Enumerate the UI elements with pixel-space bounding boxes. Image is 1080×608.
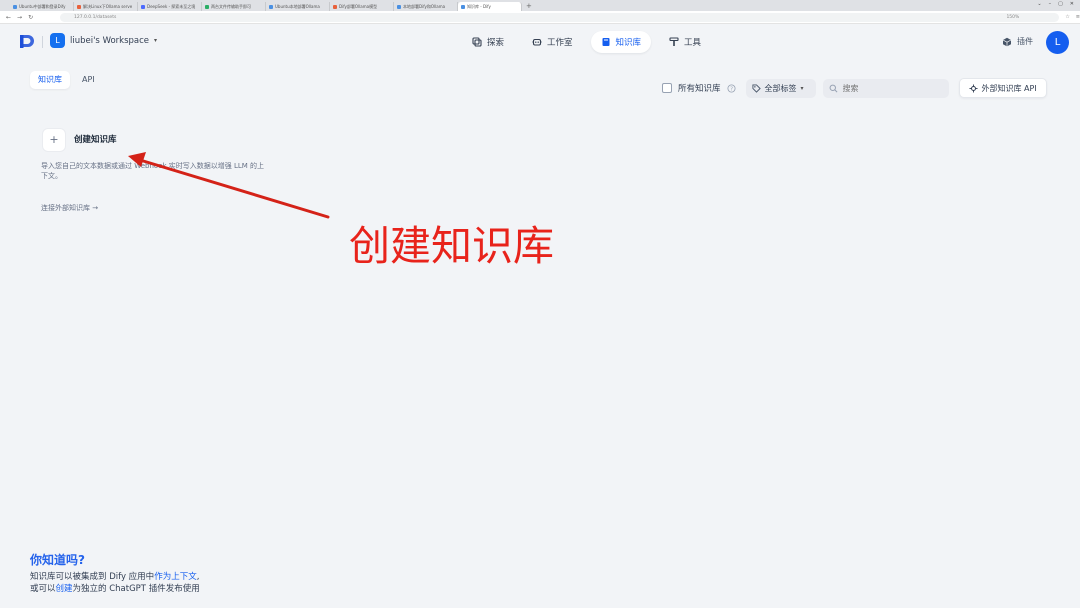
create-knowledge-title: 创建知识库 (74, 135, 117, 145)
browser-tab[interactable]: 解决Linux下Ollama serve (74, 2, 138, 11)
window-controls: ⌄ – ▢ ✕ (1037, 1, 1074, 7)
tag-icon (751, 83, 761, 93)
back-icon[interactable]: ← (6, 14, 11, 21)
external-knowledge-api-button[interactable]: 外部知识库 API (958, 78, 1047, 98)
favicon-icon (397, 4, 401, 9)
workspace-name: liubei's Workspace (70, 35, 150, 46)
connect-external-knowledge-link[interactable]: 连接外部知识库 → (41, 203, 98, 213)
dify-logo-icon[interactable] (20, 34, 34, 49)
header-divider (42, 36, 43, 48)
tip-line-2: 或可以创建为独立的 ChatGPT 插件发布使用 (30, 584, 200, 594)
app-header: L liubei's Workspace ▾ 探索 工作室 知识库 工具 插件 … (0, 24, 1080, 59)
menu-icon[interactable]: ≡ (1076, 14, 1080, 20)
workspace-avatar: L (50, 33, 65, 48)
chevron-down-icon: ▾ (800, 84, 804, 92)
nav-knowledge[interactable]: 知识库 (590, 31, 652, 53)
info-icon[interactable]: ? (727, 83, 736, 93)
all-knowledge-checkbox[interactable] (662, 83, 672, 93)
zoom-indicator[interactable]: 150% (1006, 13, 1059, 22)
user-avatar[interactable]: L (1046, 31, 1069, 54)
browser-tab[interactable]: Ubuntu本地部署Ollama (266, 2, 330, 11)
knowledge-subtabs: 知识库 API (30, 71, 103, 89)
search-box[interactable] (822, 78, 949, 98)
create-knowledge-card[interactable]: + 创建知识库 导入您自己的文本数据或通过 Webhook 实时写入数据以增强 … (30, 118, 272, 224)
browser-toolbar-icons: ☆ ≡ (1059, 14, 1080, 20)
nav-explore[interactable]: 探索 (462, 31, 514, 53)
explore-icon (472, 37, 482, 47)
browser-tab[interactable]: Dify部署Ollama模型 (330, 2, 394, 11)
studio-icon (532, 38, 542, 46)
new-tab-button[interactable]: + (522, 2, 536, 11)
browser-nav-buttons: ← → ↻ (0, 14, 60, 21)
chevron-down-icon: ▾ (154, 37, 158, 44)
favicon-icon (141, 4, 145, 9)
maximize-icon[interactable]: ▢ (1058, 1, 1063, 7)
annotation-text: 创建知识库 (349, 222, 554, 270)
cube-icon (1002, 37, 1012, 46)
tag-filter-select[interactable]: 全部标签 ▾ (745, 78, 816, 98)
create-knowledge-description: 导入您自己的文本数据或通过 Webhook 实时写入数据以增强 LLM 的上下文… (41, 162, 265, 180)
favicon-icon (77, 4, 81, 9)
tab-list-icon[interactable]: ⌄ (1037, 1, 1041, 7)
search-input[interactable] (842, 83, 938, 93)
browser-tab[interactable]: Ubuntu中部署和登录Dify (10, 2, 74, 11)
extensions-icon[interactable]: ☆ (1065, 14, 1069, 20)
workspace-selector[interactable]: L liubei's Workspace ▾ (50, 33, 157, 48)
as-context-link[interactable]: 作为上下文 (154, 572, 197, 582)
plugins-button[interactable]: 插件 (1002, 36, 1033, 47)
browser-address-bar: ← → ↻ 127.0.0.1/datasets 150% ☆ ≡ (0, 11, 1080, 24)
minimize-icon[interactable]: – (1049, 1, 1052, 7)
search-icon (829, 84, 837, 92)
browser-tab[interactable]: 本地部署Dify和Ollama (394, 2, 458, 11)
browser-tab-active[interactable]: 知识库 - Dify (458, 2, 522, 11)
close-icon[interactable]: ✕ (1070, 1, 1074, 7)
svg-text:?: ? (730, 86, 733, 92)
api-connection-icon (968, 83, 978, 93)
main-nav: 探索 工作室 知识库 工具 (462, 31, 711, 53)
filter-bar: 所有知识库 ? 全部标签 ▾ 外部知识库 API (662, 78, 1047, 98)
favicon-icon (461, 4, 465, 9)
url-text: 127.0.0.1/datasets (73, 14, 117, 20)
favicon-icon (269, 4, 273, 9)
nav-tools[interactable]: 工具 (659, 31, 711, 53)
url-input[interactable]: 127.0.0.1/datasets 150% (59, 12, 1060, 22)
forward-icon[interactable]: → (17, 14, 22, 21)
tip-title: 你知道吗? (30, 553, 85, 567)
tip-line-1: 知识库可以被集成到 Dify 应用中作为上下文, (30, 572, 200, 582)
favicon-icon (333, 4, 337, 9)
hammer-icon (669, 37, 679, 46)
browser-tab[interactable]: DeepSeek - 探索未至之境 (138, 2, 202, 11)
reload-icon[interactable]: ↻ (28, 14, 33, 21)
all-knowledge-label: 所有知识库 (678, 84, 721, 94)
tab-knowledge[interactable]: 知识库 (30, 71, 70, 89)
favicon-icon (13, 4, 17, 9)
create-plugin-link[interactable]: 创建 (56, 584, 73, 594)
browser-tab-bar: Ubuntu中部署和登录Dify 解决Linux下Ollama serve De… (0, 0, 1080, 11)
tab-api[interactable]: API (74, 71, 103, 89)
did-you-know-tip: 你知道吗? 知识库可以被集成到 Dify 应用中作为上下文, 或可以创建为独立的… (30, 551, 200, 595)
book-icon (602, 38, 610, 46)
plus-icon: + (42, 128, 66, 152)
favicon-icon (205, 4, 209, 9)
browser-tab[interactable]: 两台文件传输助手即可 (202, 2, 266, 11)
nav-studio[interactable]: 工作室 (522, 31, 583, 53)
